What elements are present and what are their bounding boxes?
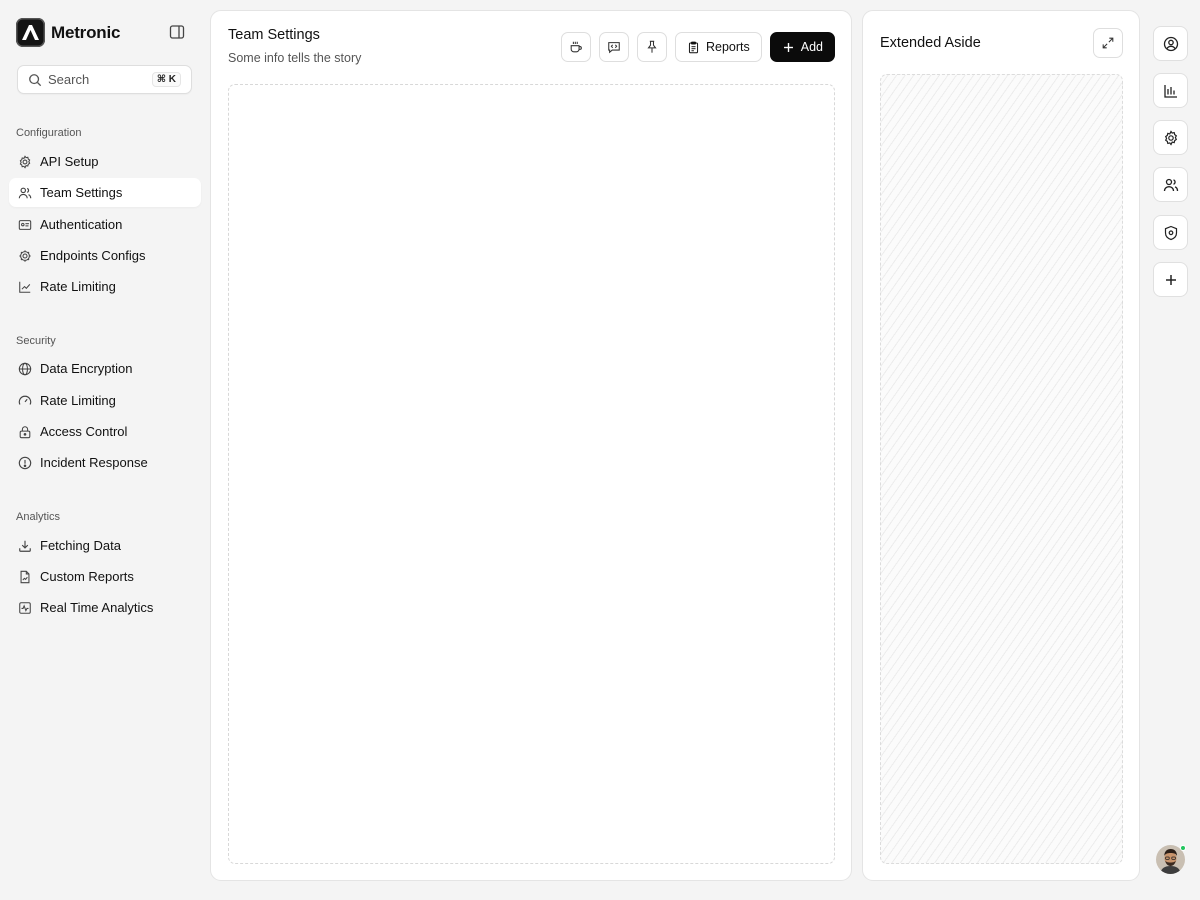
sidebar-item-data-encryption[interactable]: Data Encryption bbox=[9, 354, 201, 383]
main-panel: Team Settings Some info tells the story … bbox=[210, 10, 852, 881]
file-chart-icon bbox=[20, 570, 30, 583]
search-icon bbox=[29, 73, 42, 86]
sidebar-item-rate-limiting[interactable]: Rate Limiting bbox=[9, 272, 201, 301]
bar-chart-icon bbox=[1163, 84, 1177, 98]
users-icon bbox=[1163, 178, 1178, 191]
user-avatar[interactable] bbox=[1156, 845, 1186, 874]
sidebar-item-label: Custom Reports bbox=[40, 569, 134, 584]
coffee-icon bbox=[570, 41, 582, 53]
sidebar-item-label: Incident Response bbox=[40, 455, 148, 470]
app-root: Metronic ⌘ K Configuration API Setup Tea… bbox=[0, 0, 1200, 900]
sidebar-item-team-settings[interactable]: Team Settings bbox=[9, 178, 201, 207]
rail-security-button[interactable] bbox=[1153, 215, 1188, 250]
clipboard-icon bbox=[688, 41, 699, 53]
sidebar-item-fetching-data[interactable]: Fetching Data bbox=[9, 531, 201, 560]
search-shortcut: ⌘ K bbox=[151, 72, 181, 87]
activity-icon bbox=[19, 601, 31, 614]
brand-name: Metronic bbox=[51, 22, 121, 42]
content-placeholder bbox=[228, 84, 835, 864]
plus-icon bbox=[1165, 274, 1176, 285]
sidebar-item-label: Authentication bbox=[40, 217, 123, 232]
rail-analytics-button[interactable] bbox=[1153, 73, 1188, 108]
gauge-icon bbox=[18, 395, 32, 405]
section-title-configuration: Configuration bbox=[16, 127, 82, 139]
rail-settings-button[interactable] bbox=[1153, 120, 1188, 155]
users-icon bbox=[18, 187, 32, 198]
gear-icon bbox=[19, 154, 31, 169]
add-button-label: Add bbox=[800, 40, 823, 54]
sidebar-item-custom-reports[interactable]: Custom Reports bbox=[9, 562, 201, 591]
sidebar-item-authentication[interactable]: Authentication bbox=[9, 210, 201, 239]
coffee-button[interactable] bbox=[560, 32, 591, 62]
globe-icon bbox=[18, 362, 32, 375]
lock-icon bbox=[19, 425, 31, 438]
sidebar-toggle-icon[interactable] bbox=[169, 24, 185, 40]
rail-profile-button[interactable] bbox=[1153, 26, 1188, 61]
sidebar-item-real-time-analytics[interactable]: Real Time Analytics bbox=[9, 593, 201, 622]
sidebar: Metronic ⌘ K Configuration API Setup Tea… bbox=[0, 0, 209, 900]
add-button[interactable]: Add bbox=[769, 32, 835, 62]
aside-placeholder bbox=[880, 74, 1123, 864]
expand-icon bbox=[1102, 37, 1114, 49]
sidebar-item-label: API Setup bbox=[40, 154, 99, 169]
code-message-button[interactable] bbox=[598, 32, 629, 62]
toolbar: Reports Add bbox=[553, 32, 835, 62]
id-card-icon bbox=[18, 219, 32, 230]
reports-button-label: Reports bbox=[705, 40, 750, 54]
rail-add-button[interactable] bbox=[1153, 262, 1188, 297]
sidebar-item-label: Real Time Analytics bbox=[40, 600, 154, 615]
cog-icon bbox=[19, 249, 31, 262]
pin-button[interactable] bbox=[636, 32, 667, 62]
section-title-analytics: Analytics bbox=[16, 511, 61, 523]
message-code-icon bbox=[608, 42, 620, 54]
user-circle-icon bbox=[1163, 36, 1178, 51]
reports-button[interactable]: Reports bbox=[674, 32, 762, 62]
sidebar-item-label: Endpoints Configs bbox=[40, 248, 146, 263]
rail-users-button[interactable] bbox=[1153, 167, 1188, 202]
extended-aside: Extended Aside bbox=[862, 10, 1140, 881]
settings-icon bbox=[1164, 129, 1177, 146]
page-subtitle: Some info tells the story bbox=[228, 51, 362, 65]
sidebar-item-api-setup[interactable]: API Setup bbox=[9, 147, 201, 176]
sidebar-item-incident-response[interactable]: Incident Response bbox=[9, 448, 201, 477]
metronic-logo-icon bbox=[16, 18, 45, 47]
download-icon bbox=[19, 540, 31, 552]
shield-icon bbox=[1164, 225, 1177, 240]
search-input[interactable] bbox=[48, 72, 148, 87]
pin-icon bbox=[647, 40, 657, 53]
sidebar-item-access-control[interactable]: Access Control bbox=[9, 417, 201, 446]
sidebar-item-endpoints-configs[interactable]: Endpoints Configs bbox=[9, 241, 201, 270]
sidebar-item-label: Rate Limiting bbox=[40, 279, 116, 294]
online-status-dot bbox=[1180, 845, 1186, 851]
sidebar-item-label: Team Settings bbox=[40, 185, 123, 200]
sidebar-item-label: Access Control bbox=[40, 424, 128, 439]
sidebar-item-label: Fetching Data bbox=[40, 538, 121, 553]
aside-title: Extended Aside bbox=[880, 35, 981, 51]
brand[interactable]: Metronic bbox=[16, 18, 120, 47]
line-chart-icon bbox=[19, 281, 31, 293]
section-title-security: Security bbox=[16, 335, 56, 347]
page-title: Team Settings bbox=[228, 27, 320, 43]
sidebar-item-label: Data Encryption bbox=[40, 361, 133, 376]
expand-aside-button[interactable] bbox=[1093, 28, 1123, 58]
sidebar-item-rate-limiting-security[interactable]: Rate Limiting bbox=[9, 386, 201, 415]
sidebar-item-label: Rate Limiting bbox=[40, 393, 116, 408]
plus-icon bbox=[783, 42, 793, 52]
alert-circle-icon bbox=[18, 456, 32, 469]
search-box[interactable]: ⌘ K bbox=[17, 65, 192, 94]
